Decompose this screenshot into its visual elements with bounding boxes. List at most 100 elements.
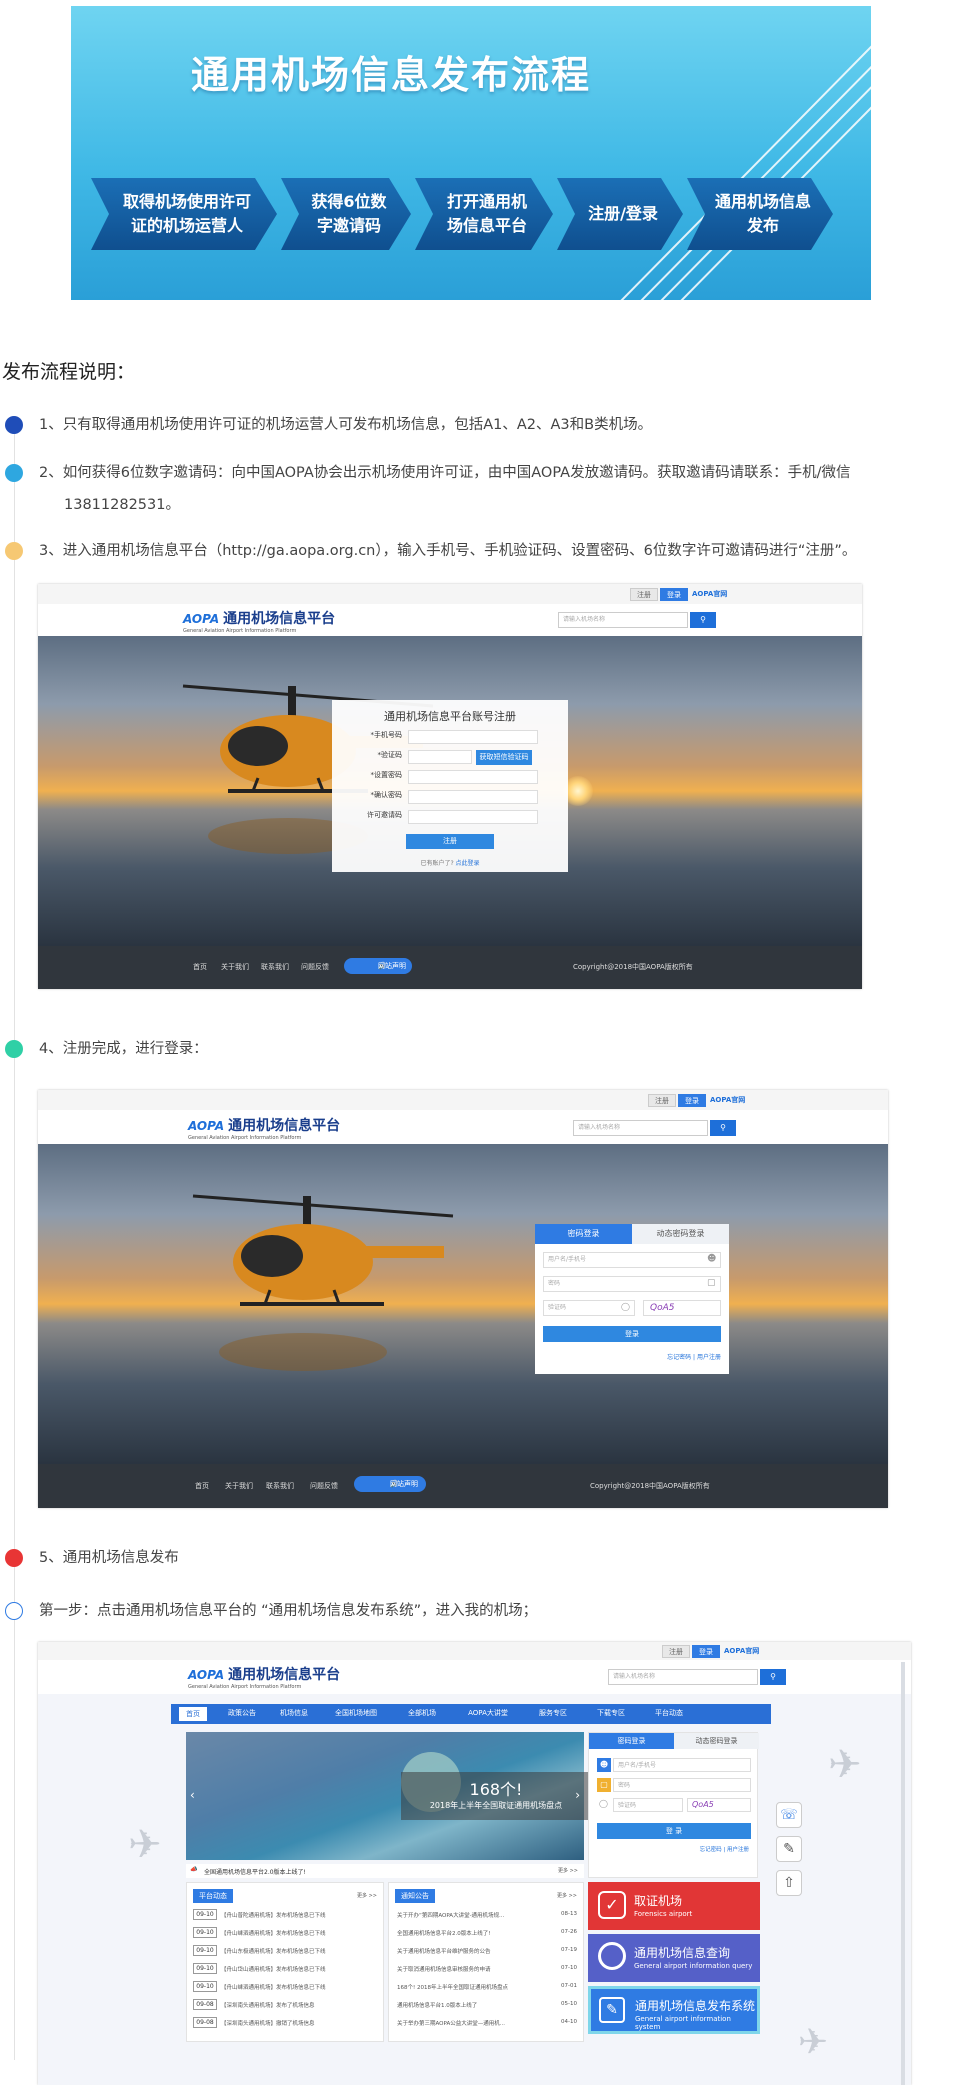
password-input[interactable] <box>408 770 538 784</box>
top-register-button[interactable]: 注册 <box>648 1094 676 1107</box>
footer-link-feedback[interactable]: 问题反馈 <box>301 962 329 972</box>
forgot-password-link[interactable]: 忘记密码 <box>700 1847 722 1853</box>
slideshow[interactable]: 168个! 2018年上半年全国取证通用机场盘点 ‹ › <box>186 1732 591 1860</box>
tile-airport-publish-system[interactable]: ✎ 通用机场信息发布系统 General airport information… <box>588 1986 760 2034</box>
nav-policy[interactable]: 政策公告 <box>217 1704 267 1724</box>
search-button[interactable]: ⚲ <box>690 612 716 628</box>
notice-item[interactable]: 关于通用机场信息平台维护服务的公告 <box>397 1947 491 1955</box>
phone-input[interactable] <box>408 730 538 744</box>
notice-item[interactable]: 关于开办“第四期AOPA大讲堂-通用机场规... <box>397 1911 504 1919</box>
register-link[interactable]: 用户注册 <box>697 1354 721 1361</box>
footer: 首页 关于我们 联系我们 问题反馈 🔊 网站声明 Copyright@2018中… <box>38 1464 888 1508</box>
footer-link-feedback[interactable]: 问题反馈 <box>310 1481 338 1491</box>
top-login-button[interactable]: 登录 <box>692 1645 720 1658</box>
marquee-text[interactable]: 全国通用机场信息平台2.0版本上线了! <box>204 1867 306 1876</box>
top-register-button[interactable]: 注册 <box>630 588 658 601</box>
search-icon: ⚲ <box>720 1123 726 1132</box>
news-item[interactable]: 【舟山嵊泗通用机场】发布机场信息已下线 <box>221 1929 326 1937</box>
news-item[interactable]: 【深圳南头通用机场】发布了机场信息 <box>221 2001 315 2009</box>
nav-service[interactable]: 服务专区 <box>525 1704 581 1724</box>
register-submit-button[interactable]: 注册 <box>406 834 494 849</box>
top-aopa-link[interactable]: AOPA官网 <box>686 588 733 601</box>
footer-link-home[interactable]: 首页 <box>193 962 207 972</box>
search-button[interactable]: ⚲ <box>710 1120 736 1136</box>
search-button[interactable]: ⚲ <box>760 1669 786 1685</box>
feedback-edit-icon[interactable]: ✎ <box>776 1836 802 1862</box>
nav-lecture[interactable]: AOPA大讲堂 <box>453 1704 523 1724</box>
platform-logo[interactable]: AOPA 通用机场信息平台 General Aviation Airport In… <box>188 1115 340 1141</box>
password-input[interactable]: 密码 <box>613 1778 751 1792</box>
login-submit-button[interactable]: 登 录 <box>597 1823 751 1839</box>
platform-logo[interactable]: AOPA 通用机场信息平台 General Aviation Airport In… <box>183 608 335 634</box>
nav-platform-news[interactable]: 平台动态 <box>641 1704 697 1724</box>
search-input[interactable]: 请输入机场名称 <box>608 1669 758 1685</box>
paragraph-1: 1、只有取得通用机场使用许可证的机场运营人可发布机场信息，包括A1、A2、A3和… <box>39 417 653 433</box>
forgot-password-link[interactable]: 忘记密码 <box>667 1354 691 1361</box>
platform-logo[interactable]: AOPA 通用机场信息平台 General Aviation Airport In… <box>188 1664 340 1690</box>
top-aopa-link[interactable]: AOPA官网 <box>704 1094 751 1107</box>
invite-code-input[interactable] <box>408 810 538 824</box>
footer-notice-button[interactable]: 🔊 网站声明 <box>344 958 412 974</box>
tab-password-login[interactable]: 密码登录 <box>535 1224 632 1244</box>
top-login-button[interactable]: 登录 <box>660 588 688 601</box>
nav-airport-info[interactable]: 机场信息 <box>269 1704 319 1724</box>
tile-certified-airport[interactable]: ✓ 取证机场 Forensics airport <box>588 1882 760 1930</box>
footer-link-about[interactable]: 关于我们 <box>225 1481 253 1491</box>
register-link[interactable]: 用户注册 <box>727 1847 749 1853</box>
password-input[interactable]: 密码 <box>543 1276 721 1292</box>
footer-link-about[interactable]: 关于我们 <box>221 962 249 972</box>
notice-item[interactable]: 关于取消通用机场信息审核服务的申请 <box>397 1965 491 1973</box>
confirm-password-input[interactable] <box>408 790 538 804</box>
scrollbar[interactable] <box>901 1662 905 2085</box>
news-item[interactable]: 【舟山岱山通用机场】发布机场信息已下线 <box>221 1965 326 1973</box>
news-item[interactable]: 【舟山东极通用机场】发布机场信息已下线 <box>221 1947 326 1955</box>
section-heading: 发布流程说明： <box>2 361 136 383</box>
slide-prev-icon[interactable]: ‹ <box>190 1788 195 1802</box>
notice-item[interactable]: 关于举办第三期AOPA公益大讲堂—通用机... <box>397 2019 505 2027</box>
footer-link-contact[interactable]: 联系我们 <box>266 1481 294 1491</box>
username-input[interactable]: 用户名/手机号 <box>543 1252 721 1268</box>
step-4: 注册/登录 <box>557 178 683 250</box>
login-screenshot: 注册 登录 AOPA官网 AOPA 通用机场信息平台 General Aviati… <box>38 1090 888 1508</box>
back-to-top-icon[interactable]: ⇧ <box>776 1870 802 1896</box>
top-aopa-link[interactable]: AOPA官网 <box>718 1645 765 1658</box>
search-input[interactable]: 请输入机场名称 <box>558 612 688 628</box>
search-input[interactable]: 请输入机场名称 <box>573 1120 708 1136</box>
helicopter-graphic <box>192 1194 454 1371</box>
sms-code-input[interactable] <box>408 750 472 764</box>
news-date: 09-10 <box>193 1909 217 1920</box>
nav-home[interactable]: 首页 <box>179 1707 207 1721</box>
tab-sms-login[interactable]: 动态密码登录 <box>674 1733 759 1749</box>
captcha-image[interactable]: QoA5 <box>687 1798 751 1812</box>
platform-news-more[interactable]: 更多 >> <box>357 1892 377 1899</box>
tile-airport-query[interactable]: 通用机场信息查询 General airport information que… <box>588 1934 760 1982</box>
top-register-button[interactable]: 注册 <box>662 1645 690 1658</box>
tab-sms-login[interactable]: 动态密码登录 <box>632 1224 729 1244</box>
username-input[interactable]: 用户名/手机号 <box>613 1758 751 1772</box>
nav-download[interactable]: 下载专区 <box>583 1704 639 1724</box>
slide-next-icon[interactable]: › <box>575 1788 580 1802</box>
captcha-input[interactable]: 验证码 <box>613 1798 683 1812</box>
nav-all-airports[interactable]: 全部机场 <box>393 1704 451 1724</box>
get-code-button[interactable]: 获取短信验证码 <box>476 750 532 765</box>
footer-link-contact[interactable]: 联系我们 <box>261 962 289 972</box>
notice-item[interactable]: 全国通用机场信息平台2.0版本上线了! <box>397 1929 490 1937</box>
news-item[interactable]: 【舟山嵊泗通用机场】发布机场信息已下线 <box>221 1983 326 1991</box>
login-link[interactable]: 点此登录 <box>456 860 480 867</box>
login-submit-button[interactable]: 登录 <box>543 1326 721 1342</box>
notice-item[interactable]: 168个! 2018年上半年全国取证通用机场盘点 <box>397 1983 508 1991</box>
notices-panel: 通知公告 更多 >> 关于开办“第四期AOPA大讲堂-通用机场规... 08-13… <box>388 1882 584 2042</box>
tab-password-login[interactable]: 密码登录 <box>589 1733 674 1749</box>
notices-more[interactable]: 更多 >> <box>557 1892 577 1899</box>
platform-news-panel: 平台动态 更多 >> 09-10 【舟山普陀通用机场】发布机场信息已下线 09-10… <box>186 1882 384 2042</box>
news-item[interactable]: 【舟山普陀通用机场】发布机场信息已下线 <box>221 1911 326 1919</box>
marquee-more[interactable]: 更多 >> <box>558 1867 578 1874</box>
nav-airport-map[interactable]: 全国机场地图 <box>321 1704 391 1724</box>
top-login-button[interactable]: 登录 <box>678 1094 706 1107</box>
footer-link-home[interactable]: 首页 <box>195 1481 209 1491</box>
customer-service-icon[interactable]: ☏ <box>776 1802 802 1828</box>
captcha-image[interactable]: QoA5 <box>643 1300 721 1316</box>
notice-item[interactable]: 通用机场信息平台1.0版本上线了 <box>397 2001 477 2009</box>
news-item[interactable]: 【深圳南头通用机场】撤销了机场信息 <box>221 2019 315 2027</box>
footer-notice-button[interactable]: 🔊 网站声明 <box>354 1476 426 1492</box>
